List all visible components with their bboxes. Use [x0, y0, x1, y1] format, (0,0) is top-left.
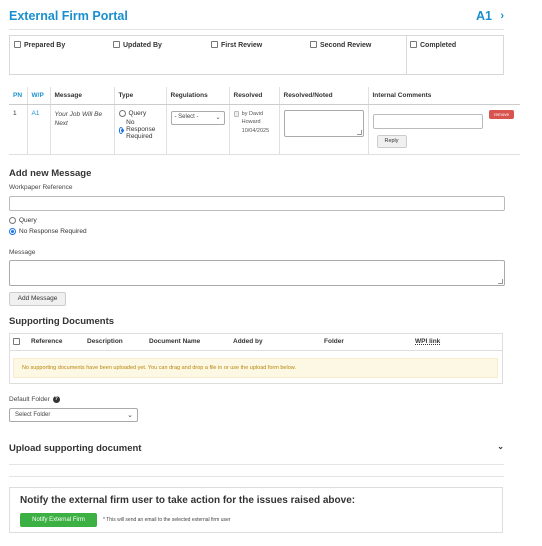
col-resolved: Resolved [229, 87, 280, 105]
chevron-down-icon[interactable]: ⌄ [497, 442, 504, 451]
page-title: External Firm Portal [9, 9, 128, 23]
signoff-first-review[interactable]: First Review [211, 40, 262, 49]
signoff-panel: Prepared By Updated By First Review Seco… [9, 35, 504, 75]
radio-selected[interactable] [118, 126, 124, 134]
resolved-checkbox[interactable]: by David Howard 10/04/2025 [233, 110, 275, 136]
radio-selected[interactable] [9, 228, 16, 235]
table-header-row: PN W/P Message Type Regulations Resolved… [9, 87, 520, 105]
select-all-checkbox[interactable] [13, 337, 20, 345]
checkbox[interactable] [113, 40, 120, 48]
message-textarea[interactable] [9, 260, 505, 286]
divider [9, 476, 504, 477]
table-header-row: Reference Description Document Name Adde… [9, 333, 503, 351]
divider [406, 36, 407, 74]
add-type-no-response[interactable]: No Response Required [9, 228, 87, 235]
chevron-right-icon[interactable]: › [500, 10, 504, 22]
default-folder-select[interactable]: Select Folder ⌄ [9, 408, 138, 422]
radio[interactable] [9, 217, 16, 224]
reply-button[interactable]: Reply [376, 134, 407, 148]
col-folder: Folder [320, 333, 411, 351]
supporting-docs-table: Reference Description Document Name Adde… [9, 333, 503, 351]
checkbox[interactable] [410, 40, 417, 48]
signoff-prepared-by[interactable]: Prepared By [14, 40, 65, 49]
type-option-query[interactable]: Query [118, 109, 162, 117]
workpaper-ref-link[interactable]: A1 [476, 9, 492, 23]
notify-note: * This will send an email to the selecte… [103, 517, 231, 523]
supporting-docs-title: Supporting Documents [9, 316, 115, 327]
add-message-title: Add new Message [9, 168, 92, 179]
default-folder-label: Default Folder ? [9, 396, 60, 403]
divider [9, 464, 504, 465]
resolved-by: by David Howard [241, 110, 264, 126]
notify-title: Notify the external firm user to take ac… [20, 495, 356, 506]
wp-ref-input[interactable] [9, 196, 505, 211]
col-internal-comments: Internal Comments [368, 87, 520, 105]
message-label: Message [9, 249, 36, 256]
col-document-name: Document Name [145, 333, 229, 351]
col-message: Message [50, 87, 115, 105]
col-added-by: Added by [229, 333, 320, 351]
internal-comment-input[interactable] [372, 113, 483, 129]
col-description: Description [83, 333, 145, 351]
regulations-select[interactable]: - Select - ⌄ [170, 110, 225, 125]
empty-docs-notice: No supporting documents have been upload… [13, 358, 498, 378]
checkbox[interactable] [310, 40, 317, 48]
table-row: 1 A1 Your Job Will Be Next Query No Resp… [9, 104, 520, 155]
add-type-query[interactable]: Query [9, 217, 37, 224]
chevron-down-icon: ⌄ [127, 412, 133, 419]
type-option-no-response[interactable]: No Response Required [118, 119, 162, 140]
resolved-date: 10/04/2025 [241, 127, 270, 134]
signoff-updated-by[interactable]: Updated By [113, 40, 162, 49]
col-reference: Reference [27, 333, 83, 351]
remove-button[interactable]: remove [489, 109, 514, 119]
col-regulations: Regulations [166, 87, 230, 105]
col-wp: W/P [27, 87, 51, 105]
signoff-second-review[interactable]: Second Review [310, 40, 371, 49]
chevron-down-icon: ⌄ [215, 114, 221, 121]
signoff-completed[interactable]: Completed [410, 40, 456, 49]
portal-header: External Firm Portal A1 › [9, 9, 504, 27]
notify-panel: Notify the external firm user to take ac… [9, 487, 503, 533]
col-wpi-link: WPI link [411, 333, 503, 351]
resolved-noted-textarea[interactable] [283, 109, 364, 137]
messages-table: PN W/P Message Type Regulations Resolved… [9, 87, 520, 155]
add-message-button[interactable]: Add Message [9, 292, 66, 306]
col-pn: PN [9, 87, 28, 105]
checkbox[interactable] [211, 40, 218, 48]
radio[interactable] [118, 109, 126, 117]
wp-ref-label: Workpaper Reference [9, 184, 73, 191]
divider [9, 29, 504, 30]
col-type: Type [114, 87, 167, 105]
help-icon[interactable]: ? [52, 396, 60, 403]
col-resolved-noted: Resolved/Noted [279, 87, 369, 105]
message-text: Your Job Will Be Next [54, 110, 103, 127]
upload-title[interactable]: Upload supporting document [9, 443, 141, 454]
cell-pn: 1 [9, 104, 28, 155]
notify-external-firm-button[interactable]: Notify External Firm [20, 513, 97, 527]
wp-link[interactable]: A1 [32, 110, 40, 117]
checkbox[interactable] [14, 40, 21, 48]
checkbox[interactable] [233, 110, 239, 117]
